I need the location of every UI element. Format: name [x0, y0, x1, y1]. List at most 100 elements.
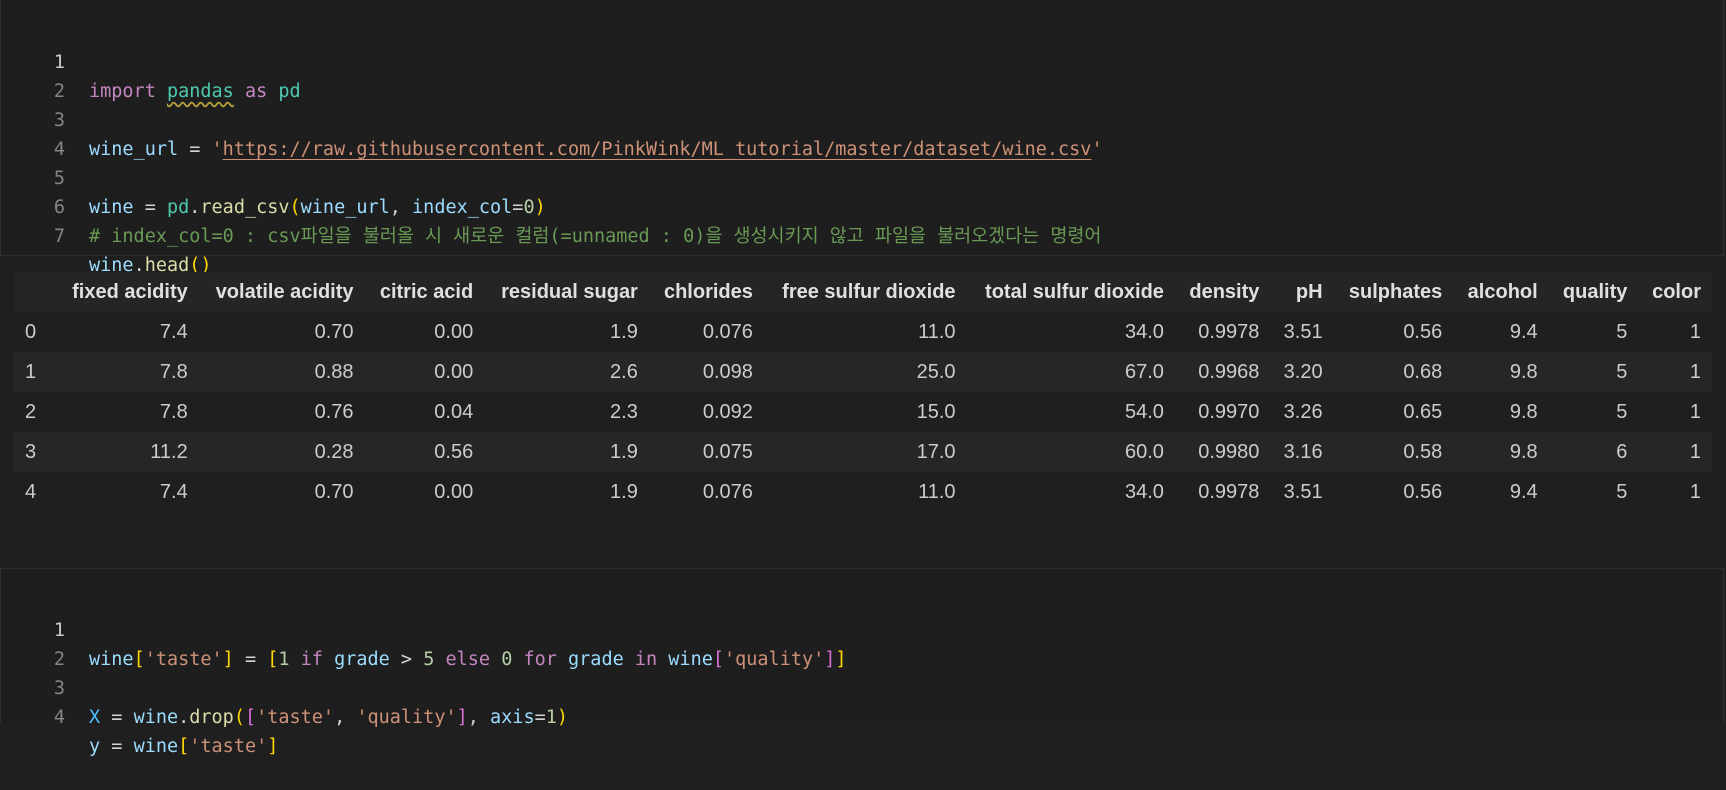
line-number: 4 [53, 707, 65, 728]
table-cell: 0.9968 [1198, 360, 1260, 383]
table-cell: 1 [1689, 320, 1701, 343]
table-cell: 0.56 [434, 440, 474, 463]
dataset-url-link[interactable]: https://raw.githubusercontent.com/PinkWi… [223, 139, 1092, 160]
table-cell: 5 [1616, 480, 1628, 503]
code-line-2[interactable]: 2 [1, 616, 68, 670]
table-cell: 0.58 [1403, 440, 1443, 463]
table-cell: 0.28 [314, 440, 354, 463]
table-cell: 60.0 [1125, 440, 1164, 463]
table-cell: 3.20 [1283, 360, 1323, 383]
code-text: wine_url = 'https://raw.githubuserconten… [89, 139, 1103, 160]
table-cell: 0.9970 [1198, 400, 1260, 423]
table-cell: 5 [1616, 400, 1628, 423]
table-cell: 1 [1689, 480, 1701, 503]
code-line-5[interactable]: 5 wine = pd.read_csv(wine_url, index_col… [1, 135, 546, 218]
table-cell: 0.092 [702, 400, 753, 423]
column-header: alcohol [1453, 272, 1549, 312]
code-text: X = wine.drop(['taste', 'quality'], axis… [89, 707, 569, 728]
code-line-2[interactable]: 2 [1, 48, 68, 102]
column-header: color [1638, 272, 1712, 312]
column-header: total sulfur dioxide [966, 272, 1175, 312]
column-header: quality [1548, 272, 1639, 312]
table-cell: 0.076 [702, 480, 753, 503]
table-cell: 7.8 [159, 360, 188, 383]
table-cell: 0.9978 [1198, 480, 1260, 503]
row-index: 0 [25, 320, 37, 343]
code-editor[interactable]: 1 wine['taste'] = [1 if grade > 5 else 0… [1, 587, 847, 757]
table-cell: 7.4 [159, 480, 188, 503]
column-header: volatile acidity [198, 272, 365, 312]
table-cell: 0.68 [1403, 360, 1443, 383]
column-header: fixed acidity [56, 272, 199, 312]
column-header: density [1174, 272, 1271, 312]
table-cell: 1.9 [610, 480, 638, 503]
row-index: 1 [25, 360, 37, 383]
table-cell: 0.00 [434, 480, 474, 503]
table-cell: 1 [1689, 360, 1701, 383]
code-line-3[interactable]: 3 X = wine.drop(['taste', 'quality'], ax… [1, 645, 568, 728]
table-cell: 54.0 [1125, 400, 1164, 423]
code-line-4[interactable]: 4 y = wine['taste'] [1, 674, 279, 757]
table-body: 0 7.4 0.70 0.00 1.9 0.076 11.0 34.0 0.9978 3.51 0.… [14, 312, 1712, 512]
code-text: wine['taste'] = [1 if grade > 5 else 0 f… [89, 649, 847, 670]
table-cell: 7.4 [159, 320, 188, 343]
code-line-4[interactable]: 4 [1, 106, 68, 160]
table-cell: 11.0 [918, 320, 956, 343]
row-index: 4 [25, 480, 37, 503]
code-text: wine = pd.read_csv(wine_url, index_col=0… [89, 197, 546, 218]
cell-output: fixed acidity volatile acidity citric acid… [14, 272, 1712, 512]
table-cell: 0.56 [1403, 480, 1443, 503]
table-cell: 0.00 [434, 320, 474, 343]
row-index: 2 [25, 400, 37, 423]
table-cell: 1.9 [610, 320, 638, 343]
table-cell: 1 [1689, 400, 1701, 423]
code-line-1[interactable]: 1 wine['taste'] = [1 if grade > 5 else 0… [1, 587, 847, 670]
table-cell: 34.0 [1125, 480, 1164, 503]
code-editor[interactable]: 1 import pandas as pd 2 3 wine_url = 'ht… [1, 19, 1103, 276]
table-cell: 0.70 [314, 480, 354, 503]
table-cell: 15.0 [916, 400, 956, 423]
table-cell: 0.56 [1403, 320, 1443, 343]
table-cell: 9.8 [1509, 440, 1538, 463]
table-cell: 0.88 [314, 360, 354, 383]
table-row: 1 7.8 0.88 0.00 2.6 0.098 25.0 67.0 0.9968 3.20 0.… [14, 352, 1712, 392]
table-row: 2 7.8 0.76 0.04 2.3 0.092 15.0 54.0 0.9970 3.26 0.… [14, 392, 1712, 432]
table-cell: 2.6 [610, 360, 638, 383]
dataframe-table: fixed acidity volatile acidity citric acid… [14, 272, 1712, 512]
table-cell: 3.26 [1283, 400, 1323, 423]
code-line-3[interactable]: 3 wine_url = 'https://raw.githubusercont… [1, 77, 1103, 160]
code-cell-1[interactable]: 1 import pandas as pd 2 3 wine_url = 'ht… [0, 0, 1724, 276]
table-cell: 9.8 [1509, 400, 1538, 423]
table-cell: 11.2 [150, 440, 188, 463]
code-line-1[interactable]: 1 import pandas as pd [1, 19, 301, 102]
table-cell: 17.0 [916, 440, 956, 463]
code-cell-2[interactable]: 1 wine['taste'] = [1 if grade > 5 else 0… [0, 568, 1724, 757]
code-comment: # index_col=0 : csv파일을 불러올 시 새로운 컬럼(=unn… [89, 226, 1102, 247]
code-text: import pandas as pd [89, 81, 301, 102]
table-cell: 9.8 [1509, 360, 1538, 383]
table-row: 3 11.2 0.28 0.56 1.9 0.075 17.0 60.0 0.9980 3.16 0… [14, 432, 1712, 472]
table-cell: 0.9980 [1198, 440, 1260, 463]
table-cell: 0.04 [434, 400, 474, 423]
column-header: citric acid [364, 272, 485, 312]
line-number: 7 [53, 226, 65, 247]
column-header: sulphates [1333, 272, 1454, 312]
table-header-row: fixed acidity volatile acidity citric acid… [14, 272, 1712, 312]
table-cell: 0.00 [434, 360, 474, 383]
table-cell: 2.3 [610, 400, 638, 423]
code-line-6[interactable]: 6 # index_col=0 : csv파일을 불러올 시 새로운 컬럼(=u… [1, 164, 1102, 247]
table-cell: 1 [1689, 440, 1701, 463]
table-cell: 5 [1616, 360, 1628, 383]
table-cell: 0.098 [702, 360, 753, 383]
code-line-7[interactable]: 7 wine.head() [1, 193, 212, 276]
table-cell: 1.9 [610, 440, 638, 463]
table-cell: 67.0 [1125, 360, 1164, 383]
column-header: free sulfur dioxide [763, 272, 967, 312]
table-cell: 6 [1616, 440, 1628, 463]
table-cell: 3.16 [1283, 440, 1323, 463]
column-header: residual sugar [484, 272, 649, 312]
table-cell: 9.4 [1509, 480, 1538, 503]
table-cell: 5 [1616, 320, 1628, 343]
table-cell: 3.51 [1283, 480, 1323, 503]
table-cell: 34.0 [1125, 320, 1164, 343]
